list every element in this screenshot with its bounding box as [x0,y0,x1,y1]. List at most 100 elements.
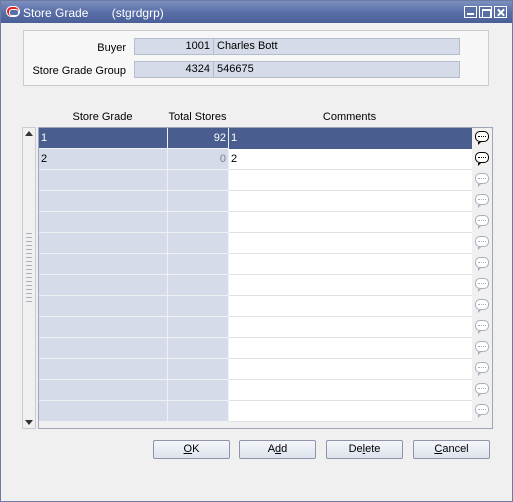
store-grade-table: 1 92 1 2 0 2 [38,127,493,429]
comments-cell[interactable]: 1 [229,128,472,149]
buyer-name-field: Charles Bott [213,38,460,55]
comment-editor-button[interactable] [472,170,492,191]
total-stores-cell [168,359,229,380]
table-row[interactable] [39,254,492,275]
column-header-comments: Comments [322,111,377,123]
arrow-up-icon[interactable] [25,131,33,136]
store-grade-cell[interactable] [39,359,168,380]
comments-cell[interactable] [229,191,472,212]
store-grade-cell[interactable] [39,254,168,275]
store-grade-cell[interactable] [39,317,168,338]
table-row[interactable] [39,380,492,401]
comments-cell[interactable] [229,317,472,338]
cancel-button[interactable]: Cancel [413,440,490,459]
comments-cell[interactable]: 2 [229,149,472,170]
table-row[interactable] [39,191,492,212]
comment-editor-button[interactable] [472,401,492,422]
maximize-icon[interactable] [479,6,492,18]
table-row[interactable] [39,401,492,422]
store-grade-cell[interactable] [39,380,168,401]
comments-cell[interactable] [229,275,472,296]
comments-cell[interactable] [229,380,472,401]
comment-editor-button[interactable] [472,275,492,296]
comment-bubble-icon [475,341,489,355]
table-row[interactable]: 1 92 1 [39,128,492,149]
comment-editor-button[interactable] [472,317,492,338]
store-grade-cell[interactable] [39,401,168,422]
column-header-store-grade: Store Grade [72,111,133,123]
store-grade-cell[interactable] [39,212,168,233]
comment-bubble-icon [475,173,489,187]
comment-editor-button[interactable] [472,191,492,212]
group-name-field: 546675 [213,61,460,78]
store-grade-cell[interactable] [39,233,168,254]
comment-editor-button[interactable] [472,233,492,254]
comment-editor-button[interactable] [472,254,492,275]
add-button[interactable]: Add [239,440,316,459]
comments-cell[interactable] [229,338,472,359]
comment-editor-button[interactable] [472,128,492,149]
comment-editor-button[interactable] [472,338,492,359]
comments-cell[interactable] [229,254,472,275]
comment-bubble-icon [475,194,489,208]
arrow-down-icon[interactable] [25,420,33,425]
total-stores-cell [168,191,229,212]
table-row[interactable] [39,317,492,338]
buyer-label: Buyer [97,42,126,54]
table-row[interactable] [39,359,492,380]
vertical-scrollbar[interactable] [22,127,36,429]
store-grade-cell[interactable] [39,338,168,359]
store-grade-cell[interactable]: 2 [39,149,168,170]
comment-editor-button[interactable] [472,296,492,317]
table-row[interactable] [39,170,492,191]
comment-bubble-icon [475,152,489,166]
comment-editor-button[interactable] [472,149,492,170]
table-row[interactable] [39,275,492,296]
comments-cell[interactable] [229,170,472,191]
scroll-grip[interactable] [26,233,32,303]
total-stores-cell [168,275,229,296]
group-id-field: 4324 [134,61,214,78]
table-row[interactable] [39,338,492,359]
total-stores-cell [168,212,229,233]
comments-cell[interactable] [229,212,472,233]
table-row[interactable] [39,233,492,254]
comments-cell[interactable] [229,296,472,317]
store-grade-window: Store Grade (stgrdgrp) Buyer 1001 Charle… [0,0,513,502]
total-stores-cell [168,296,229,317]
comments-cell[interactable] [229,233,472,254]
comment-editor-button[interactable] [472,212,492,233]
title-bar[interactable]: Store Grade (stgrdgrp) [1,1,512,23]
delete-button[interactable]: Delete [326,440,403,459]
store-grade-cell[interactable] [39,170,168,191]
column-header-total-stores: Total Stores [168,111,227,123]
ok-button[interactable]: OK [153,440,230,459]
close-icon[interactable] [494,6,507,18]
store-grade-cell[interactable] [39,275,168,296]
total-stores-cell [168,338,229,359]
dialog-footer [1,471,512,501]
comment-editor-button[interactable] [472,359,492,380]
table-row[interactable] [39,296,492,317]
table-row[interactable] [39,212,492,233]
comment-bubble-icon [475,278,489,292]
table-row[interactable]: 2 0 2 [39,149,492,170]
store-grade-cell[interactable] [39,191,168,212]
comment-bubble-icon [475,383,489,397]
comment-editor-button[interactable] [472,380,492,401]
total-stores-cell: 0 [168,149,229,170]
window-title: Store Grade (stgrdgrp) [23,6,164,20]
comment-bubble-icon [475,236,489,250]
total-stores-cell [168,233,229,254]
header-panel: Buyer 1001 Charles Bott Store Grade Grou… [23,30,489,86]
store-grade-cell[interactable] [39,296,168,317]
store-grade-cell[interactable]: 1 [39,128,168,149]
comment-bubble-icon [475,299,489,313]
comment-bubble-icon [475,131,489,145]
total-stores-cell [168,170,229,191]
minimize-icon[interactable] [464,6,477,18]
comments-cell[interactable] [229,401,472,422]
total-stores-cell [168,380,229,401]
total-stores-cell: 92 [168,128,229,149]
comments-cell[interactable] [229,359,472,380]
